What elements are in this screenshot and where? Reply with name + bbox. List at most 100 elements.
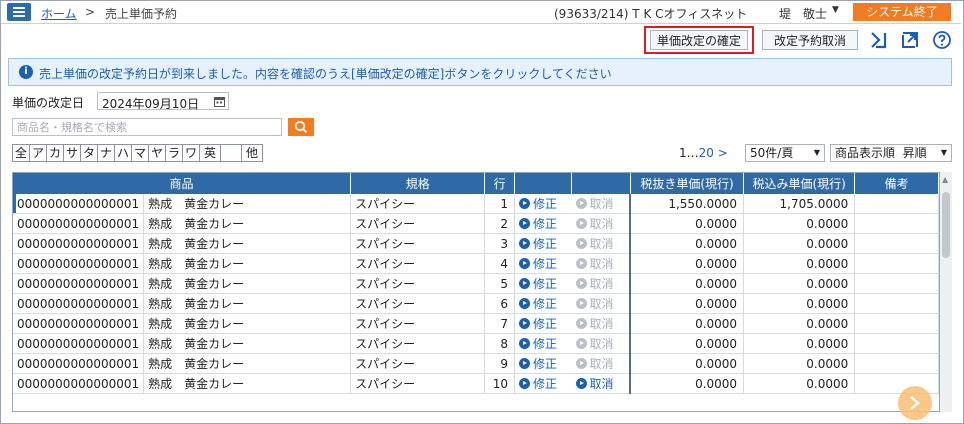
kana-filter-ya[interactable]: ヤ <box>149 145 166 161</box>
cancel-cell: 取消 <box>571 293 632 314</box>
next-page-fab[interactable] <box>898 386 932 420</box>
edit-label: 修正 <box>532 217 557 231</box>
kana-filter-ha[interactable]: ハ <box>115 145 132 161</box>
edit-label: 修正 <box>532 377 557 391</box>
user-name[interactable]: 堤 敬士 <box>779 5 827 22</box>
cancel-action: 取消 <box>575 215 614 232</box>
kana-filter-a[interactable]: ア <box>30 145 47 161</box>
header-price-excl[interactable]: 税抜き単価(現行) <box>630 173 745 194</box>
product-code: 0000000000000001 <box>13 353 145 374</box>
page-current[interactable]: 1 <box>679 146 687 160</box>
table-row[interactable]: 0000000000000001 熟成 黄金カレー スパイシー 6 修正 取消 0.0000… <box>13 293 939 314</box>
breadcrumb-separator: > <box>85 5 96 19</box>
cancel-cell: 取消 <box>571 213 632 234</box>
product-spec: スパイシー <box>350 333 486 354</box>
cancel-action: 取消 <box>575 355 614 372</box>
table-row[interactable]: 0000000000000001 熟成 黄金カレー スパイシー 1 修正 取消 1,550.… <box>13 194 939 214</box>
page-last-link[interactable]: 20 <box>699 146 714 160</box>
play-circle-icon <box>518 238 530 249</box>
breadcrumb-current-page: 売上単価予約 <box>105 7 178 21</box>
cancel-action[interactable]: 取消 <box>575 375 614 392</box>
edit-action[interactable]: 修正 <box>518 235 557 252</box>
kana-filter-ra[interactable]: ラ <box>166 145 183 161</box>
help-icon[interactable] <box>932 30 952 50</box>
remarks <box>854 194 939 214</box>
header-spec[interactable]: 規格 <box>350 173 486 194</box>
edit-action[interactable]: 修正 <box>518 375 557 392</box>
sort-select[interactable]: 商品表示順 昇順 ▼ <box>830 144 952 162</box>
edit-cell: 修正 <box>514 253 572 274</box>
edit-action[interactable]: 修正 <box>518 315 557 332</box>
kana-filter-ta[interactable]: タ <box>81 145 98 161</box>
confirm-price-revision-button[interactable]: 単価改定の確定 <box>650 30 748 50</box>
table-row[interactable]: 0000000000000001 熟成 黄金カレー スパイシー 7 修正 取消 0.0000… <box>13 313 939 334</box>
calendar-icon[interactable] <box>214 96 225 107</box>
line-number: 10 <box>484 373 515 394</box>
per-page-select[interactable]: 50件/頁 ▼ <box>745 144 825 162</box>
edit-action[interactable]: 修正 <box>518 255 557 272</box>
header-price-incl[interactable]: 税込み単価(現行) <box>743 173 856 194</box>
kana-filter-ka[interactable]: カ <box>47 145 64 161</box>
kana-filter-blank[interactable] <box>221 145 242 161</box>
table-row[interactable]: 0000000000000001 熟成 黄金カレー スパイシー 8 修正 取消 0.0000… <box>13 333 939 354</box>
download-icon[interactable] <box>868 30 888 50</box>
cancel-label: 取消 <box>589 237 614 251</box>
breadcrumb-home-link[interactable]: ホーム <box>41 5 77 22</box>
table-row[interactable]: 0000000000000001 熟成 黄金カレー スパイシー 9 修正 取消 0.0000… <box>13 353 939 374</box>
kana-filter-ma[interactable]: マ <box>132 145 149 161</box>
system-exit-button[interactable]: システム終了 <box>853 3 951 21</box>
edit-action[interactable]: 修正 <box>518 195 557 212</box>
user-menu-caret-icon[interactable]: ▼ <box>832 5 839 15</box>
sort-label: 商品表示順 <box>835 146 896 160</box>
line-number: 2 <box>484 213 515 234</box>
open-external-icon[interactable] <box>900 30 920 50</box>
play-circle-icon <box>575 378 587 389</box>
product-spec: スパイシー <box>350 313 486 334</box>
hamburger-menu-icon[interactable] <box>7 3 31 21</box>
scroll-up-icon[interactable]: ▲ <box>942 175 948 184</box>
table-row[interactable]: 0000000000000001 熟成 黄金カレー スパイシー 5 修正 取消 0.0000… <box>13 273 939 294</box>
vertical-scrollbar[interactable]: ▲ <box>940 172 952 412</box>
cancel-action: 取消 <box>575 335 614 352</box>
play-circle-icon <box>575 318 587 329</box>
product-name: 熟成 黄金カレー <box>143 313 352 334</box>
edit-action[interactable]: 修正 <box>518 335 557 352</box>
revision-date-value: 2024年09月10日 <box>102 97 200 111</box>
product-search-input[interactable] <box>12 118 282 136</box>
header-remarks[interactable]: 備考 <box>854 173 939 194</box>
cancel-revision-button[interactable]: 改定予約取消 <box>762 30 858 50</box>
kana-filter-english[interactable]: 英 <box>200 145 221 161</box>
page-next-link[interactable]: > <box>718 146 728 160</box>
scrollbar-thumb[interactable] <box>942 192 950 258</box>
kana-filter-all[interactable]: 全 <box>13 145 30 161</box>
header-product[interactable]: 商品 <box>13 173 352 194</box>
edit-action[interactable]: 修正 <box>518 215 557 232</box>
table-row[interactable]: 0000000000000001 熟成 黄金カレー スパイシー 4 修正 取消 0.0000… <box>13 253 939 274</box>
edit-action[interactable]: 修正 <box>518 295 557 312</box>
revision-date-field[interactable]: 2024年09月10日 <box>97 92 229 111</box>
kana-filter-na[interactable]: ナ <box>98 145 115 161</box>
cancel-cell: 取消 <box>571 253 632 274</box>
product-code: 0000000000000001 <box>13 273 145 294</box>
cancel-label: 取消 <box>589 357 614 371</box>
table-header-row: 商品 規格 行 税抜き単価(現行) 税込み単価(現行) 備考 <box>13 173 939 194</box>
edit-label: 修正 <box>532 277 557 291</box>
table-row[interactable]: 0000000000000001 熟成 黄金カレー スパイシー 3 修正 取消 0.0000… <box>13 233 939 254</box>
edit-cell: 修正 <box>514 194 572 214</box>
cancel-action: 取消 <box>575 275 614 292</box>
edit-cell: 修正 <box>514 293 572 314</box>
play-circle-icon <box>575 358 587 369</box>
search-button[interactable] <box>288 118 314 136</box>
remarks <box>854 333 939 354</box>
play-circle-icon <box>518 358 530 369</box>
table-row[interactable]: 0000000000000001 熟成 黄金カレー スパイシー 2 修正 取消 0.0000… <box>13 213 939 234</box>
edit-action[interactable]: 修正 <box>518 275 557 292</box>
play-circle-icon <box>518 378 530 389</box>
table-row[interactable]: 0000000000000001 熟成 黄金カレー スパイシー 10 修正 取消 0.000… <box>13 373 939 394</box>
edit-action[interactable]: 修正 <box>518 355 557 372</box>
kana-filter-other[interactable]: 他 <box>242 145 262 161</box>
remarks <box>854 273 939 294</box>
kana-filter-wa[interactable]: ワ <box>183 145 200 161</box>
kana-filter-sa[interactable]: サ <box>64 145 81 161</box>
header-line[interactable]: 行 <box>484 173 515 194</box>
